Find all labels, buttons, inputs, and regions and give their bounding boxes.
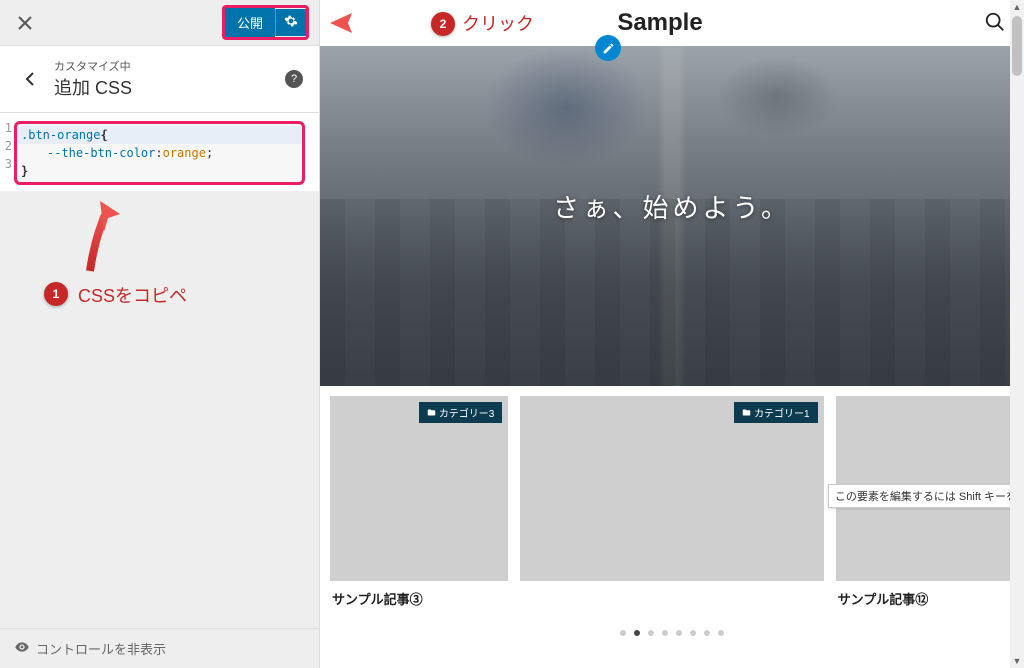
back-button[interactable] (16, 65, 44, 93)
line-numbers: 123 (2, 121, 12, 175)
category-tag[interactable]: カテゴリー3 (419, 402, 503, 423)
hero-section: さぁ、始めよう。 (320, 46, 1024, 386)
publish-settings-button[interactable] (275, 9, 306, 36)
customizer-sidebar: 公開 カスタマイズ中 追加 CSS ? 123 .btn-orange{ --t… (0, 0, 320, 668)
annotation-arrow-1 (70, 196, 130, 276)
code-line-1: .btn-orange{ (17, 126, 302, 144)
header-subtitle: カスタマイズ中 (54, 58, 285, 74)
carousel-dot[interactable] (704, 630, 710, 636)
css-code-editor[interactable]: .btn-orange{ --the-btn-color: orange; } (14, 121, 305, 185)
scroll-down-arrow[interactable]: ▼ (1010, 654, 1024, 668)
eye-icon (14, 639, 30, 658)
hide-controls-button[interactable]: コントロールを非表示 (0, 628, 319, 668)
category-tag[interactable]: カテゴリー1 (734, 402, 818, 423)
hide-controls-label: コントロールを非表示 (36, 639, 166, 658)
card-title: サンプル記事③ (330, 581, 508, 616)
header-text: カスタマイズ中 追加 CSS (54, 58, 285, 100)
pencil-icon (602, 42, 615, 55)
publish-group: 公開 (222, 5, 309, 40)
css-editor-area: 123 .btn-orange{ --the-btn-color: orange… (0, 113, 319, 191)
annotation-badge-2: 2 (431, 12, 455, 36)
help-button[interactable]: ? (285, 70, 303, 88)
carousel-dot[interactable] (718, 630, 724, 636)
edit-shortcut-button[interactable] (595, 35, 621, 61)
annotation-text-1: CSSをコピペ (78, 282, 187, 308)
annotation-arrow-2 (328, 11, 428, 35)
header-title: 追加 CSS (54, 74, 285, 100)
card-title: サンプル記事⑫ (836, 581, 1014, 616)
post-card[interactable]: カテゴリー1 (520, 396, 823, 616)
publish-button[interactable]: 公開 (225, 8, 275, 37)
search-button[interactable] (984, 11, 1008, 35)
hero-text: さぁ、始めよう。 (553, 188, 791, 225)
code-line-2: --the-btn-color: orange; (17, 144, 302, 162)
scroll-thumb[interactable] (1012, 16, 1022, 76)
folder-icon (427, 408, 436, 417)
sidebar-toolbar: 公開 (0, 0, 319, 46)
close-button[interactable] (10, 8, 40, 38)
folder-icon (742, 408, 751, 417)
code-line-3: } (17, 162, 302, 180)
close-icon (18, 16, 32, 30)
carousel-dot[interactable] (676, 630, 682, 636)
edit-tooltip: この要素を編集するには Shift キーを (828, 484, 1024, 508)
scrollbar[interactable]: ▲ ▼ (1010, 0, 1024, 668)
carousel-dot[interactable] (662, 630, 668, 636)
preview-pane: Sample 2 クリック さぁ、始めよう。 カテゴリー3 サンプル記事③ カテ… (320, 0, 1024, 668)
annotation-text-2: クリック (462, 10, 534, 36)
scroll-up-arrow[interactable]: ▲ (1010, 0, 1024, 14)
search-icon (984, 11, 1006, 33)
card-thumbnail: カテゴリー3 (330, 396, 508, 581)
carousel-dot[interactable] (648, 630, 654, 636)
sidebar-header: カスタマイズ中 追加 CSS ? (0, 46, 319, 113)
gear-icon (284, 14, 298, 28)
carousel-dots (320, 626, 1024, 640)
post-card[interactable]: カテゴリー3 サンプル記事③ (330, 396, 508, 616)
carousel-dot[interactable] (690, 630, 696, 636)
carousel-dot[interactable] (634, 630, 640, 636)
card-thumbnail: カテゴリー1 (520, 396, 823, 581)
chevron-left-icon (24, 71, 36, 87)
carousel-dot[interactable] (620, 630, 626, 636)
annotation-badge-1: 1 (44, 282, 68, 306)
